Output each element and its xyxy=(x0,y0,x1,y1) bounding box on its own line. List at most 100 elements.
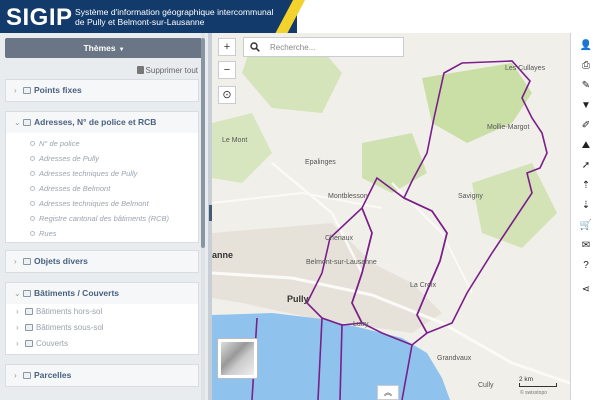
section-batiments: ⌄ Bâtiments / Couverts › Bâtiments hors-so… xyxy=(5,282,199,355)
basemap-thumbnail xyxy=(221,342,254,375)
layer-label: Registre cantonal des bâtiments (RCB) xyxy=(39,214,170,223)
zoom-out-button[interactable]: − xyxy=(218,61,236,79)
download-button[interactable]: ⇣ xyxy=(571,197,600,215)
radio-icon xyxy=(30,141,35,146)
layer-label: Rues xyxy=(39,229,57,238)
themes-panel: Thèmes ▼ Supprimer tout › Points fixes ⌄ Ad… xyxy=(0,33,208,400)
radio-icon xyxy=(30,231,35,236)
zoom-in-button[interactable]: + xyxy=(218,38,236,56)
map-label-cully: Cully xyxy=(478,382,494,389)
double-chevron-up-icon: ︽ xyxy=(384,388,392,397)
search-icon xyxy=(250,42,260,52)
help-icon: ? xyxy=(583,260,589,271)
profile-button[interactable]: ⛰ xyxy=(571,137,600,155)
right-toolbar: 👤 ⎙ ✎ ▼ ✐ ⛰ ➚ ⇡ ⇣ 🛒 ✉ ? ⋖ xyxy=(570,33,600,400)
search-input[interactable] xyxy=(270,41,398,54)
section-header-parcelles[interactable]: › Parcelles xyxy=(6,365,198,386)
layers-icon xyxy=(25,308,33,315)
share-button[interactable]: ⋖ xyxy=(571,281,600,299)
section-header-points-fixes[interactable]: › Points fixes xyxy=(6,80,198,101)
locate-button[interactable]: ⊙ xyxy=(218,86,236,104)
map-view[interactable] xyxy=(212,33,570,400)
radio-icon xyxy=(30,216,35,221)
section-adresses: ⌄ Adresses, N° de police et RCB N° de pol… xyxy=(5,111,199,243)
draw-button[interactable]: ✎ xyxy=(571,77,600,95)
help-button[interactable]: ? xyxy=(571,257,600,275)
layers-icon xyxy=(23,258,31,265)
section-header-batiments[interactable]: ⌄ Bâtiments / Couverts xyxy=(6,283,198,304)
mail-button[interactable]: ✉ xyxy=(571,237,600,255)
section-objets-divers: › Objets divers xyxy=(5,250,199,273)
map-label-belmont: Belmont-sur-Lausanne xyxy=(306,259,377,266)
layer-label: Adresses de Belmont xyxy=(39,184,111,193)
layer-label: Bâtiments hors-sol xyxy=(36,307,103,316)
panel-scrollbar-thumb[interactable] xyxy=(201,38,205,248)
section-title: Adresses, N° de police et RCB xyxy=(34,117,157,127)
layers-icon xyxy=(23,290,31,297)
map-label-mollie-margot: Mollie-Margot xyxy=(487,124,530,131)
map-label-la-croix: La Croix xyxy=(410,282,437,289)
select-icon: ➚ xyxy=(581,160,591,171)
map-canvas[interactable] xyxy=(212,33,570,400)
map-label-savigny: Savigny xyxy=(458,193,483,200)
layer-item-rcb[interactable]: Registre cantonal des bâtiments (RCB) xyxy=(6,211,198,226)
caret-down-icon: ▼ xyxy=(118,47,125,53)
print-icon: ⎙ xyxy=(582,60,590,71)
layer-item-adresses-pully[interactable]: Adresses de Pully xyxy=(6,151,198,166)
expand-bottom-panel-button[interactable]: ︽ xyxy=(377,385,399,400)
layer-label: N° de police xyxy=(39,139,80,148)
section-title: Objets divers xyxy=(34,256,88,266)
user-plus-icon: 👤 xyxy=(579,40,593,51)
chevron-down-icon: ⌄ xyxy=(14,118,21,127)
layer-label: Adresses de Pully xyxy=(39,154,100,163)
map-label-chenaux: Chenaux xyxy=(325,235,354,242)
edit-button[interactable]: ✐ xyxy=(571,117,600,135)
section-header-objets-divers[interactable]: › Objets divers xyxy=(6,251,198,272)
filter-icon: ▼ xyxy=(581,100,591,111)
section-points-fixes: › Points fixes xyxy=(5,79,199,102)
chevron-right-icon: › xyxy=(14,86,17,95)
cart-icon: 🛒 xyxy=(579,220,593,231)
themes-dropdown-button[interactable]: Thèmes ▼ xyxy=(5,38,203,58)
app-logo[interactable]: SIGIP xyxy=(6,4,73,32)
filter-button[interactable]: ▼ xyxy=(571,97,600,115)
layer-item-batiments-hors-sol[interactable]: › Bâtiments hors-sol xyxy=(6,304,198,320)
add-user-button[interactable]: 👤 xyxy=(571,37,600,55)
section-parcelles: › Parcelles xyxy=(5,364,199,387)
print-button[interactable]: ⎙ xyxy=(571,57,600,75)
themes-label: Thèmes xyxy=(83,43,116,53)
cart-button[interactable]: 🛒 xyxy=(571,217,600,235)
radio-icon xyxy=(30,171,35,176)
profile-icon: ⛰ xyxy=(581,140,591,151)
scale-label: 2 km xyxy=(519,376,534,383)
basemap-switcher[interactable] xyxy=(217,338,258,379)
section-header-adresses[interactable]: ⌄ Adresses, N° de police et RCB xyxy=(6,112,198,133)
layers-icon xyxy=(25,324,33,331)
layer-item-batiments-sous-sol[interactable]: › Bâtiments sous-sol xyxy=(6,320,198,336)
layer-label: Bâtiments sous-sol xyxy=(36,323,104,332)
map-label-grandvaux: Grandvaux xyxy=(437,355,472,362)
chevron-right-icon: › xyxy=(14,371,17,380)
layer-label: Adresses techniques de Pully xyxy=(39,169,138,178)
draw-icon: ✎ xyxy=(581,80,591,91)
radio-icon xyxy=(30,186,35,191)
layer-item-couverts[interactable]: › Couverts xyxy=(6,336,198,352)
layer-item-adresses-belmont[interactable]: Adresses de Belmont xyxy=(6,181,198,196)
upload-button[interactable]: ⇡ xyxy=(571,177,600,195)
layer-item-no-police[interactable]: N° de police xyxy=(6,136,198,151)
map-label-les-cullayes: Les Cullayes xyxy=(505,65,546,72)
scale-bar xyxy=(519,383,557,387)
layers-icon xyxy=(23,87,31,94)
select-button[interactable]: ➚ xyxy=(571,157,600,175)
chevron-down-icon: ⌄ xyxy=(14,289,21,298)
delete-all-button[interactable]: Supprimer tout xyxy=(136,66,198,75)
layer-label: Couverts xyxy=(36,339,69,348)
search-box[interactable] xyxy=(243,37,404,57)
delete-all-label: Supprimer tout xyxy=(145,66,198,75)
map-label-anne: anne xyxy=(212,250,234,260)
map-label-le-mont: Le Mont xyxy=(222,137,248,144)
layer-item-rues[interactable]: Rues xyxy=(6,226,198,241)
layer-item-adresses-techniques-pully[interactable]: Adresses techniques de Pully xyxy=(6,166,198,181)
layer-item-adresses-techniques-belmont[interactable]: Adresses techniques de Belmont xyxy=(6,196,198,211)
map-label-pully: Pully xyxy=(287,294,309,304)
